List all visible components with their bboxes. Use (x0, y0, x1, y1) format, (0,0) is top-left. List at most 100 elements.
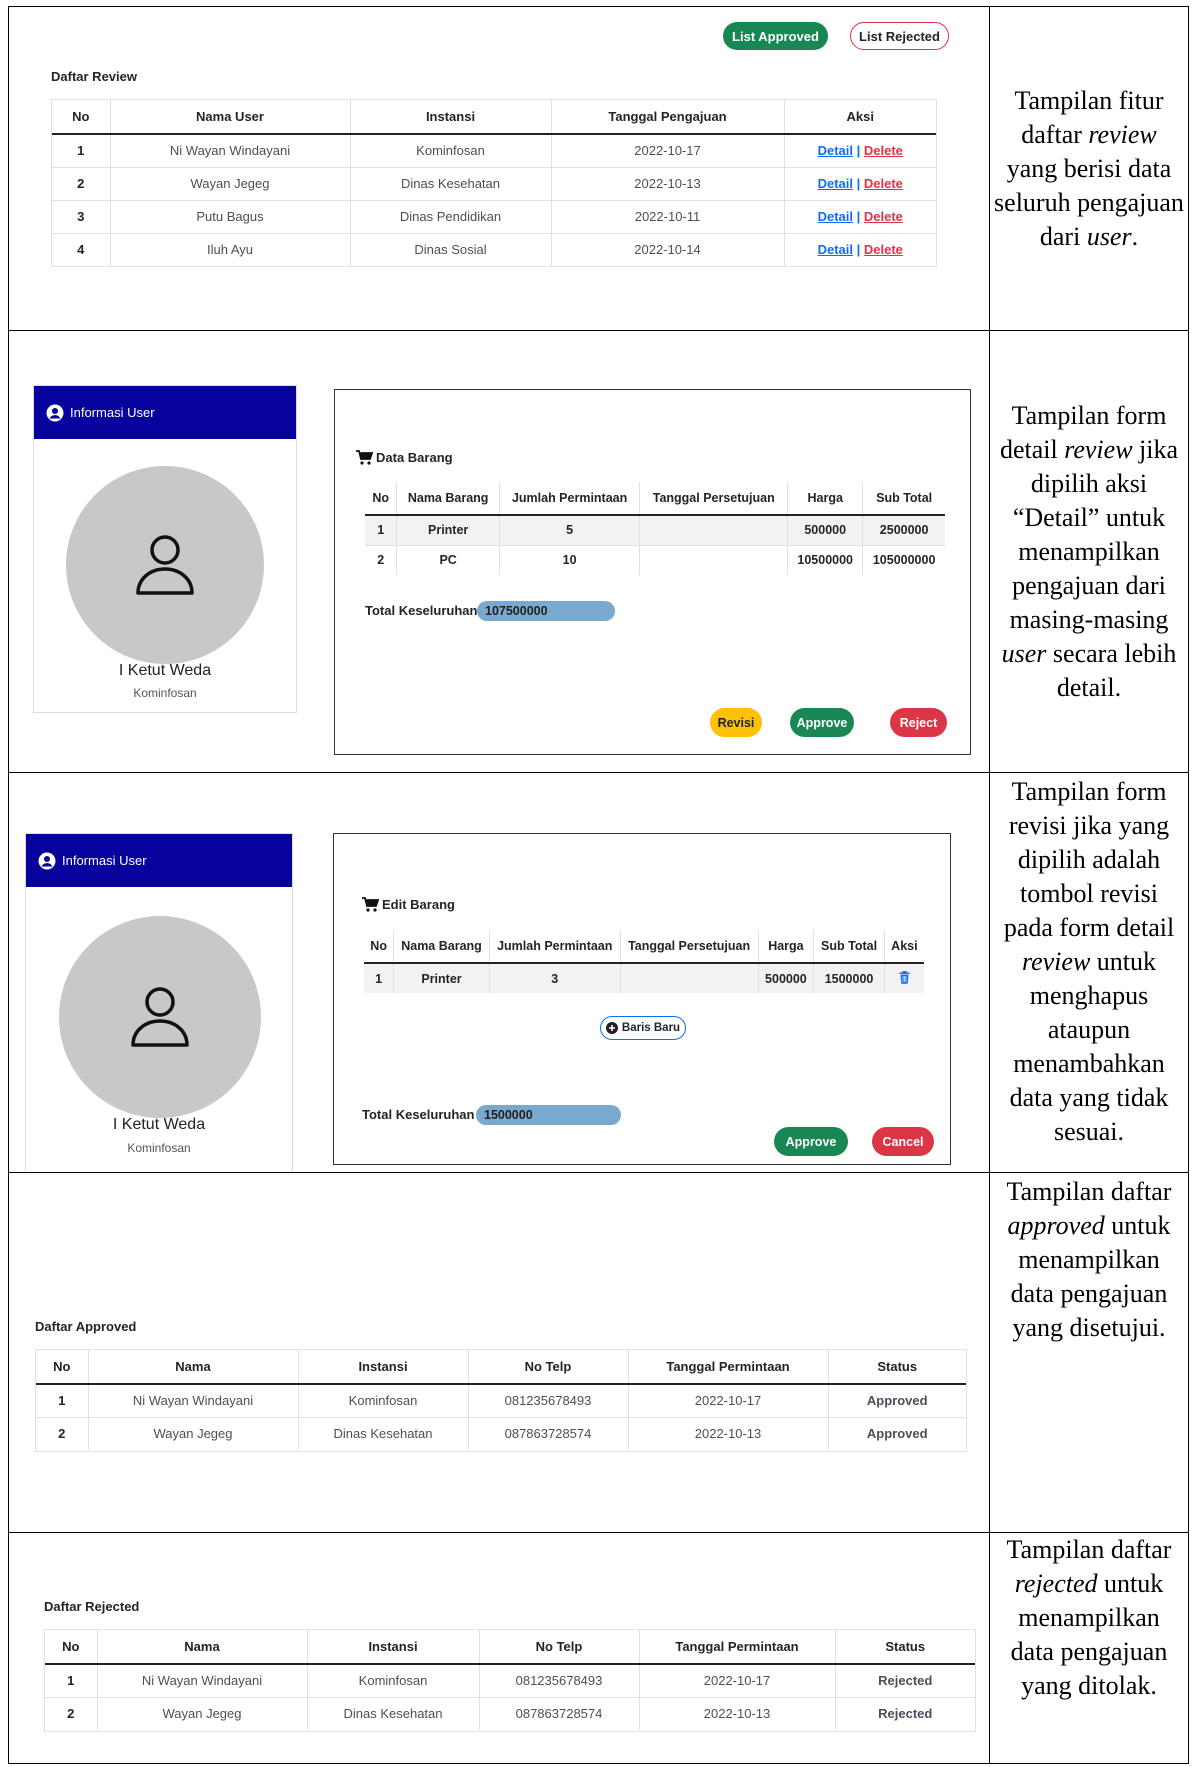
column-header: Instansi (307, 1630, 480, 1665)
edit-barang-title: Edit Barang (362, 897, 455, 912)
person-icon (136, 535, 194, 595)
description-approved: Tampilan daftar approved untuk menampilk… (990, 1173, 1188, 1532)
total-value: 107500000 (477, 601, 615, 621)
user-name: I Ketut Weda (118, 662, 212, 679)
reject-button[interactable]: Reject (890, 708, 947, 737)
description-term: user (1001, 638, 1047, 668)
cell-nama: Putu Bagus (110, 199, 351, 233)
column-header: Aksi (784, 100, 936, 135)
detail-link[interactable]: Detail (818, 242, 853, 257)
cell-tanggal (620, 962, 759, 993)
cell-no: 1 (364, 962, 395, 993)
column-header: No (52, 100, 111, 135)
cell-instansi: Kominfosan (298, 1383, 469, 1417)
description-text: Tampilan daftar rejected untuk menampilk… (994, 1533, 1184, 1703)
status-badge: Rejected (835, 1663, 975, 1697)
cell-tanggal (639, 544, 789, 575)
rejected-table-frame: No Nama Instansi No Telp Tanggal Permintaan S… (44, 1629, 976, 1732)
review-table: No Nama User Instansi Tanggal Pengajuan Aksi… (52, 100, 936, 266)
delete-link[interactable]: Delete (864, 176, 903, 191)
detail-link[interactable]: Detail (818, 176, 853, 191)
column-header: Jumlah Permintaan (499, 482, 641, 516)
description-segment: secara lebih detail. (1046, 638, 1177, 702)
cell-subtotal: 2500000 (862, 514, 945, 545)
edit-barang-table: No Nama Barang Jumlah Permintaan Tanggal Pe… (364, 930, 924, 993)
status-badge: Approved (828, 1416, 966, 1450)
description-text: Tampilan form detail review jika dipilih… (994, 399, 1184, 705)
column-header: Harga (787, 482, 864, 516)
link-separator: | (853, 143, 864, 159)
delete-link[interactable]: Delete (864, 242, 903, 257)
user-info-header-label: Informasi User (70, 405, 155, 420)
data-barang-panel: Data Barang No Nama Barang Jumlah Perminta… (334, 389, 971, 755)
new-row-button[interactable]: Baris Baru (600, 1016, 686, 1040)
detail-link[interactable]: Detail (818, 209, 853, 224)
column-header: No (364, 930, 395, 964)
row-approved: Daftar Approved No Nama Instansi No Telp Tan… (8, 1172, 1189, 1532)
approved-table-frame: No Nama Instansi No Telp Tanggal Permintaan S… (35, 1349, 967, 1452)
data-barang-table: No Nama Barang Jumlah Permintaan Tanggal Pe… (365, 482, 945, 575)
user-circle-icon (46, 404, 64, 421)
cell-aksi: Detail | Delete (784, 199, 936, 233)
detail-screenshot: Informasi User I Ketut Weda Kominfosan D… (9, 331, 990, 772)
user-info-card: Informasi User I Ketut Weda Kominfosan (25, 833, 293, 1172)
column-header: Nama Barang (396, 482, 500, 516)
user-info-card: Informasi User I Ketut Weda Kominfosan (33, 385, 297, 713)
list-approved-button[interactable]: List Approved (723, 22, 828, 50)
column-header: Nama (88, 1350, 299, 1385)
cell-subtotal: 105000000 (862, 544, 945, 575)
column-header: Nama User (110, 100, 351, 135)
description-text: Tampilan fitur daftar review yang berisi… (994, 84, 1184, 254)
description-term: review (1088, 119, 1157, 149)
list-rejected-button[interactable]: List Rejected (850, 22, 949, 50)
cell-harga: 500000 (787, 514, 864, 545)
table-row: 4 Iluh Ayu Dinas Sosial 2022-10-14 Detail | … (52, 232, 936, 266)
delete-link[interactable]: Delete (864, 209, 903, 224)
cell-instansi: Dinas Kesehatan (298, 1416, 469, 1450)
column-header: Instansi (298, 1350, 469, 1385)
cell-instansi: Kominfosan (307, 1663, 480, 1697)
column-header: Tanggal Persetujuan (639, 482, 789, 516)
description-segment: untuk menghapus ataupun menambahkan data… (1009, 947, 1169, 1146)
user-info-header-label: Informasi User (62, 853, 147, 868)
cell-nama: Wayan Jegeg (110, 166, 351, 200)
table-row: 1 Ni Wayan Windayani Kominfosan 08123567849… (36, 1383, 966, 1417)
trash-icon[interactable] (899, 970, 910, 984)
cancel-button[interactable]: Cancel (872, 1127, 934, 1156)
revisi-button[interactable]: Revisi (710, 708, 762, 737)
column-header: Harga (758, 930, 815, 964)
description-segment: Tampilan form revisi jika yang dipilih a… (1003, 777, 1175, 942)
cart-icon (356, 450, 373, 465)
link-separator: | (853, 176, 864, 191)
cell-instansi: Dinas Pendidikan (350, 199, 552, 233)
review-title: Daftar Review (51, 69, 137, 84)
user-circle-icon (38, 852, 56, 869)
delete-link[interactable]: Delete (864, 143, 903, 158)
data-barang-title: Data Barang (356, 450, 453, 465)
table-row: 2 Wayan Jegeg Dinas Kesehatan 087863728574 2… (36, 1416, 966, 1450)
approved-table: No Nama Instansi No Telp Tanggal Permintaan S… (36, 1350, 966, 1450)
cell-telp: 087863728574 (468, 1416, 629, 1450)
avatar (59, 916, 261, 1118)
detail-link[interactable]: Detail (818, 143, 853, 158)
cart-icon (362, 897, 379, 912)
column-header: Jumlah Permintaan (489, 930, 621, 964)
table-row: 2 PC 10 10500000 105000000 (365, 544, 945, 575)
cell-tanggal: 2022-10-13 (628, 1416, 829, 1450)
person-icon (131, 987, 189, 1047)
cell-nama: Iluh Ayu (110, 232, 351, 266)
cell-no: 2 (365, 544, 398, 575)
user-info-header: Informasi User (34, 386, 296, 439)
column-header: No (365, 482, 398, 516)
cell-nama: Ni Wayan Windayani (97, 1663, 308, 1697)
approve-button[interactable]: Approve (774, 1127, 848, 1156)
cell-telp: 087863728574 (479, 1696, 640, 1730)
cell-jumlah: 3 (489, 962, 621, 993)
row-rejected: Daftar Rejected No Nama Instansi No Telp Tan… (8, 1532, 1189, 1764)
rejected-table: No Nama Instansi No Telp Tanggal Permintaan S… (45, 1630, 975, 1730)
cell-jumlah: 5 (499, 514, 641, 545)
cell-tanggal: 2022-10-11 (551, 199, 785, 233)
rejected-screenshot: Daftar Rejected No Nama Instansi No Telp Tan… (9, 1533, 990, 1763)
approve-button[interactable]: Approve (790, 708, 854, 737)
status-badge: Approved (828, 1383, 966, 1417)
